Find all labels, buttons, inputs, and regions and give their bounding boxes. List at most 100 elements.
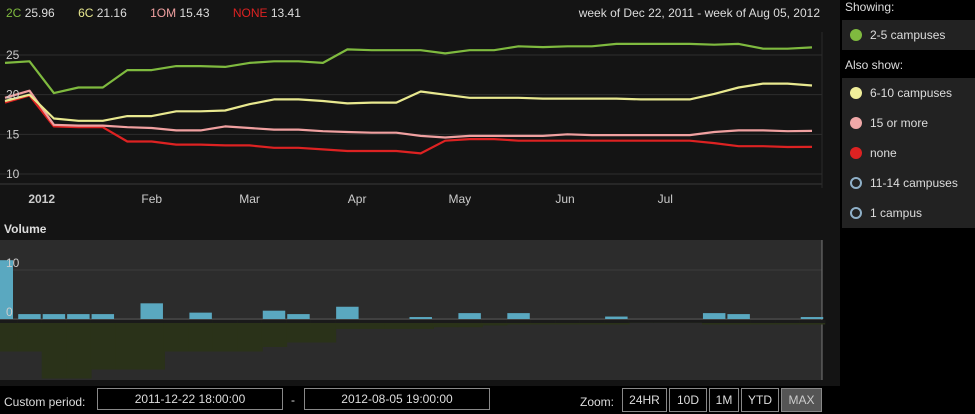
x-tick-label: May (449, 192, 472, 206)
volume-bar (262, 310, 286, 319)
net-flow-bar (163, 320, 190, 352)
also-item-15-or-more[interactable]: 15 or more (842, 108, 975, 138)
x-tick-label: Jun (555, 192, 574, 206)
net-flow-edge (750, 320, 777, 323)
net-flow-bar (188, 320, 214, 352)
net-flow-bar (139, 320, 165, 370)
volume-bar (727, 314, 750, 319)
volume-bar (507, 313, 530, 319)
net-flow-edge (41, 320, 68, 323)
yellow-dot-icon (850, 87, 862, 99)
chart-svg[interactable]: 10 15 20 25 2012 Feb Mar Apr May Jun Jul 0 10 (0, 0, 840, 386)
net-flow-edge (115, 320, 141, 323)
legend-2c: 2C 25.96 (6, 6, 55, 20)
net-flow-edge (457, 320, 483, 323)
x-tick-label: 2012 (28, 192, 55, 206)
zoom-ytd-button[interactable]: YTD (741, 388, 779, 412)
showing-heading: Showing: (845, 0, 895, 14)
net-flow-bar (66, 320, 92, 379)
green-dot-icon (850, 29, 862, 41)
net-flow-bar (41, 320, 68, 379)
net-flow-edge (677, 320, 703, 323)
legend-none-code: NONE (232, 6, 268, 20)
showing-item-2-5-campuses[interactable]: 2-5 campuses (842, 20, 975, 50)
also-item-6-10-campuses[interactable]: 6-10 campuses (842, 78, 975, 108)
x-axis-labels: 2012 Feb Mar Apr May Jun Jul (28, 192, 673, 206)
period-start-input[interactable] (97, 388, 283, 410)
zoom-1m-button[interactable]: 1M (709, 388, 739, 412)
also-item-label: 6-10 campuses (870, 86, 953, 100)
net-flow-bar (261, 320, 288, 347)
volume-y-tick-label: 0 (6, 305, 13, 319)
zoom-max-button[interactable]: MAX (781, 388, 822, 412)
net-flow-edge (481, 320, 508, 323)
net-flow-bar (310, 320, 337, 343)
volume-bar (702, 313, 726, 319)
also-item-11-14-campuses[interactable]: 11-14 campuses (842, 168, 975, 198)
net-flow-edge (653, 320, 679, 323)
x-tick-label: Mar (239, 192, 260, 206)
net-flow-edge (628, 320, 655, 323)
net-flow-edge (701, 320, 728, 323)
zoom-24hr-button[interactable]: 24HR (622, 388, 667, 412)
net-flow-edge (555, 320, 581, 323)
volume-bar (458, 313, 481, 319)
net-flow-edge (212, 320, 239, 323)
net-flow-bar (212, 320, 239, 352)
net-flow-edge (17, 320, 43, 323)
also-item-label: none (870, 146, 897, 160)
zoom-10d-button[interactable]: 10D (669, 388, 707, 412)
date-range-label: week of Dec 22, 2011 - week of Aug 05, 2… (578, 6, 820, 20)
legend-2c-code: 2C (6, 6, 22, 20)
legend-none: NONE 13.41 (233, 6, 301, 20)
net-flow-edge (335, 320, 361, 323)
also-item-label: 11-14 campuses (870, 176, 958, 190)
net-flow-edge (286, 320, 312, 323)
legend-none-value: 13.41 (270, 6, 301, 20)
also-show-box: 6-10 campuses 15 or more none 11-14 camp… (842, 78, 975, 228)
period-separator: - (291, 393, 295, 407)
hollow-dot-icon (850, 177, 862, 189)
custom-period-label: Custom period: (4, 395, 86, 409)
net-flow-edge (775, 320, 801, 323)
y-tick-label: 25 (6, 48, 20, 62)
volume-bar (140, 303, 163, 319)
net-flow-edge (432, 320, 459, 323)
y-tick-label: 20 (6, 88, 20, 102)
volume-bar (409, 317, 432, 319)
legend-1om: 1OM 15.43 (150, 6, 209, 20)
net-flow-edge (579, 320, 606, 323)
legend-6c: 6C 21.16 (78, 6, 127, 20)
also-item-label: 15 or more (870, 116, 929, 130)
red-dot-icon (850, 147, 862, 159)
volume-bar (800, 317, 824, 319)
volume-bar (336, 306, 359, 319)
series-selector-panel: Showing: 2-5 campuses Also show: 6-10 ca… (840, 0, 975, 414)
also-item-none[interactable]: none (842, 138, 975, 168)
volume-bar (287, 314, 310, 319)
legend-6c-value: 21.16 (96, 6, 127, 20)
net-flow-bar (115, 320, 141, 370)
also-item-1-campus[interactable]: 1 campus (842, 198, 975, 228)
net-flow-edge (726, 320, 752, 323)
volume-bar (18, 314, 41, 319)
net-flow-edge (188, 320, 214, 323)
period-end-input[interactable] (304, 388, 490, 410)
net-flow-edge (163, 320, 190, 323)
x-tick-label: Apr (348, 192, 367, 206)
net-flow-bar (90, 320, 117, 370)
net-flow-edge (310, 320, 337, 323)
x-tick-label: Feb (141, 192, 162, 206)
legend-6c-code: 6C (78, 6, 94, 20)
volume-bar (91, 314, 115, 319)
net-flow-edge (237, 320, 263, 323)
also-show-heading: Also show: (845, 58, 904, 72)
showing-box: 2-5 campuses (842, 20, 975, 50)
pink-dot-icon (850, 117, 862, 129)
also-item-label: 1 campus (870, 206, 923, 220)
legend-1om-code: 1OM (150, 6, 177, 20)
zoom-label: Zoom: (580, 395, 615, 409)
y-tick-label: 10 (6, 167, 20, 181)
volume-y-tick-label: 10 (6, 256, 20, 270)
net-flow-edge (139, 320, 165, 323)
